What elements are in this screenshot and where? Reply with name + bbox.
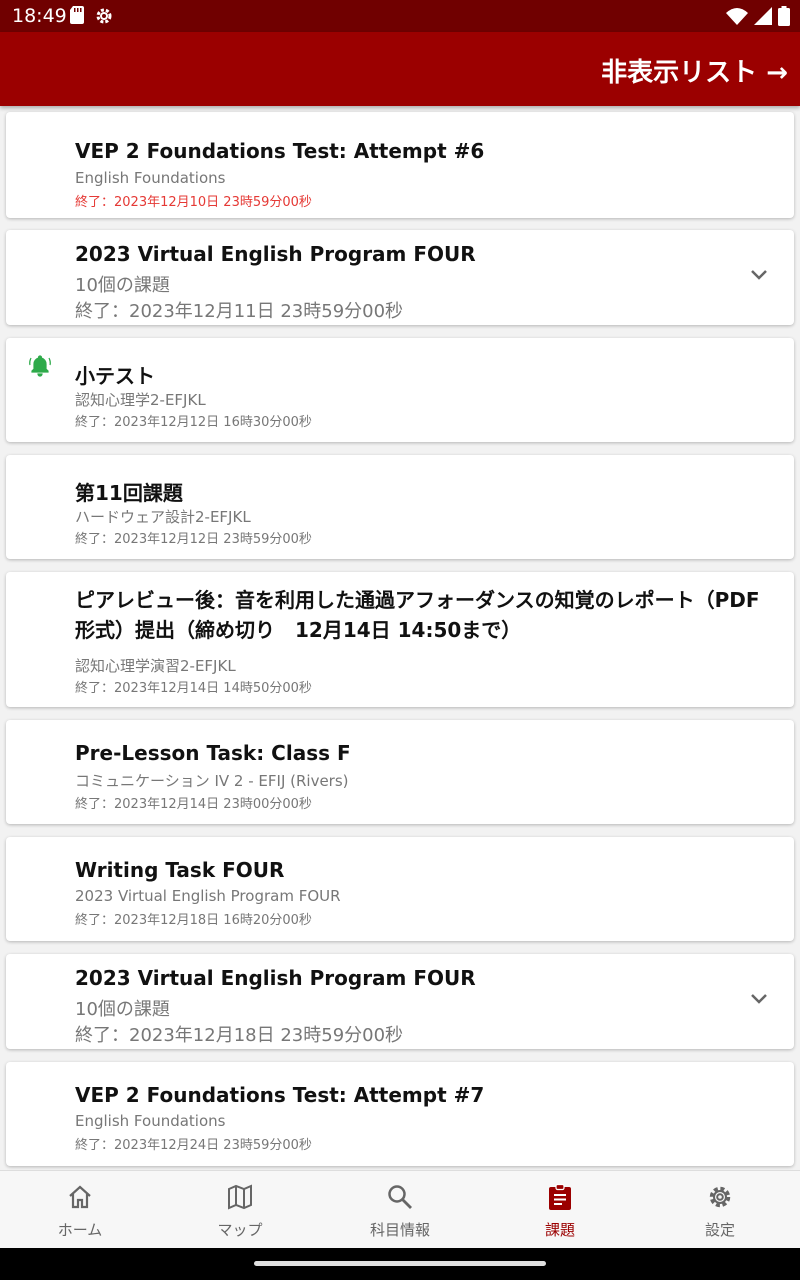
assignment-due: 終了：2023年12月14日 23時00分00秒 bbox=[75, 797, 312, 812]
assignment-subject: ハードウェア設計2-EFJKL bbox=[75, 508, 251, 526]
assignment-subject: English Foundations bbox=[75, 1112, 226, 1130]
battery-icon bbox=[778, 6, 790, 30]
search-icon bbox=[386, 1183, 414, 1211]
assignment-subject: 認知心理学2-EFJKL bbox=[75, 391, 206, 409]
assignment-list[interactable]: VEP 2 Foundations Test: Attempt #6 Engli… bbox=[0, 106, 800, 1170]
app-bar: 非表示リスト → bbox=[0, 32, 800, 106]
gear-icon bbox=[706, 1183, 734, 1211]
assignment-title: 2023 Virtual English Program FOUR bbox=[75, 242, 476, 266]
assignment-card[interactable]: 第11回課題 ハードウェア設計2-EFJKL 終了：2023年12月12日 23… bbox=[6, 455, 794, 559]
system-nav-bar bbox=[0, 1248, 800, 1280]
assignment-title: ピアレビュー後：音を利用した通過アフォーダンスの知覚のレポート（PDF形式）提出… bbox=[75, 588, 760, 642]
nav-label: ホーム bbox=[57, 1221, 103, 1239]
assignment-group-card[interactable]: 2023 Virtual English Program FOUR 10個の課題… bbox=[6, 230, 794, 325]
bell-icon bbox=[28, 354, 52, 382]
assignment-card[interactable]: VEP 2 Foundations Test: Attempt #6 Engli… bbox=[6, 112, 794, 218]
assignment-title: VEP 2 Foundations Test: Attempt #7 bbox=[75, 1083, 485, 1107]
cell-signal-icon bbox=[754, 7, 772, 29]
assignment-due: 終了：2023年12月24日 23時59分00秒 bbox=[75, 1138, 312, 1153]
assignment-subject: English Foundations bbox=[75, 169, 226, 187]
hidden-list-button[interactable]: 非表示リスト → bbox=[601, 52, 788, 89]
sd-card-icon bbox=[70, 6, 84, 30]
assignment-title: Writing Task FOUR bbox=[75, 858, 285, 882]
assignment-card[interactable]: Pre-Lesson Task: Class F コミュニケーション IV 2 … bbox=[6, 720, 794, 824]
settings-cog-icon bbox=[94, 6, 114, 30]
assignment-subject: コミュニケーション IV 2 - EFIJ (Rivers) bbox=[75, 772, 349, 790]
nav-label: 課題 bbox=[544, 1221, 575, 1239]
chevron-down-icon[interactable] bbox=[750, 990, 768, 1009]
map-icon bbox=[226, 1183, 254, 1211]
assignment-card[interactable]: ピアレビュー後：音を利用した通過アフォーダンスの知覚のレポート（PDF形式）提出… bbox=[6, 572, 794, 707]
assignment-due: 終了：2023年12月18日 16時20分00秒 bbox=[75, 913, 312, 928]
home-icon bbox=[66, 1183, 94, 1211]
assignment-count: 10個の課題 bbox=[75, 999, 170, 1020]
nav-home[interactable]: ホーム bbox=[0, 1171, 160, 1249]
assignment-title: 第11回課題 bbox=[75, 481, 183, 505]
assignment-due: 終了：2023年12月18日 23時59分00秒 bbox=[75, 1025, 404, 1046]
nav-settings[interactable]: 設定 bbox=[640, 1171, 800, 1249]
nav-course-info[interactable]: 科目情報 bbox=[320, 1171, 480, 1249]
nav-map[interactable]: マップ bbox=[160, 1171, 320, 1249]
assignment-due: 終了：2023年12月12日 16時30分00秒 bbox=[75, 415, 312, 430]
wifi-icon bbox=[726, 7, 748, 29]
status-time: 18:49 bbox=[12, 5, 67, 27]
assignment-title: VEP 2 Foundations Test: Attempt #6 bbox=[75, 139, 485, 163]
nav-assignments[interactable]: 課題 bbox=[480, 1171, 640, 1249]
assignment-title: 2023 Virtual English Program FOUR bbox=[75, 966, 476, 990]
assignment-subject: 2023 Virtual English Program FOUR bbox=[75, 887, 341, 905]
assignment-subject: 認知心理学演習2-EFJKL bbox=[75, 657, 236, 675]
status-bar: 18:49 bbox=[0, 0, 800, 32]
nav-label: 設定 bbox=[704, 1221, 735, 1239]
clipboard-icon bbox=[546, 1183, 574, 1211]
assignment-card[interactable]: VEP 2 Foundations Test: Attempt #7 Engli… bbox=[6, 1062, 794, 1166]
assignment-card[interactable]: Writing Task FOUR 2023 Virtual English P… bbox=[6, 837, 794, 941]
nav-label: マップ bbox=[217, 1221, 263, 1239]
assignment-title: Pre-Lesson Task: Class F bbox=[75, 741, 351, 765]
assignment-group-card[interactable]: 2023 Virtual English Program FOUR 10個の課題… bbox=[6, 954, 794, 1049]
home-gesture-handle[interactable] bbox=[254, 1261, 546, 1266]
nav-label: 科目情報 bbox=[369, 1221, 430, 1239]
assignment-card[interactable]: 小テスト 認知心理学2-EFJKL 終了：2023年12月12日 16時30分0… bbox=[6, 338, 794, 442]
bottom-nav: ホーム マップ 科目情報 課題 設定 bbox=[0, 1170, 800, 1249]
assignment-due: 終了：2023年12月14日 14時50分00秒 bbox=[75, 681, 312, 696]
assignment-count: 10個の課題 bbox=[75, 275, 170, 296]
assignment-due: 終了：2023年12月11日 23時59分00秒 bbox=[75, 301, 404, 322]
assignment-due: 終了：2023年12月12日 23時59分00秒 bbox=[75, 532, 312, 547]
chevron-down-icon[interactable] bbox=[750, 266, 768, 285]
assignment-title: 小テスト bbox=[75, 364, 155, 388]
assignment-due: 終了：2023年12月10日 23時59分00秒 bbox=[75, 195, 312, 210]
